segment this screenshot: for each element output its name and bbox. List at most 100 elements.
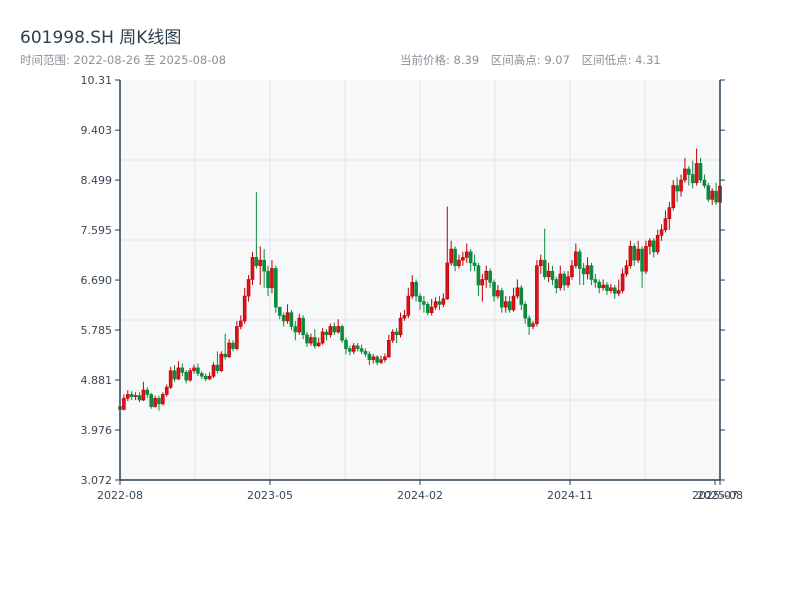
candle-down: [507, 301, 512, 311]
y-tick-label: 5.785: [81, 324, 113, 337]
candle-up: [457, 259, 461, 266]
candle-up: [464, 251, 469, 258]
candle-up: [585, 265, 590, 275]
candle-down: [425, 304, 430, 313]
candle-down: [597, 281, 602, 289]
candle-up: [161, 394, 165, 405]
candle-down: [348, 348, 352, 352]
candle-up: [461, 257, 465, 261]
candle-up: [176, 367, 181, 380]
candle-down: [277, 306, 282, 316]
candle-down: [215, 364, 220, 371]
candle-up: [648, 240, 652, 247]
candle-up: [496, 290, 500, 297]
candle-down: [363, 351, 368, 355]
candle-up: [371, 356, 376, 360]
candle-up: [219, 353, 224, 371]
candle-down: [581, 268, 586, 275]
candle-down: [500, 290, 504, 308]
candle-down: [554, 279, 559, 289]
candle-up: [538, 259, 543, 266]
candle-up: [133, 395, 138, 397]
candle-up: [227, 342, 231, 358]
candle-down: [129, 394, 134, 397]
y-tick-label: 6.690: [81, 274, 113, 287]
candle-up: [694, 163, 699, 184]
candle-down: [184, 372, 189, 381]
candle-up: [153, 398, 157, 407]
candle-up: [164, 386, 169, 395]
candle-up: [644, 246, 648, 272]
x-tick-label: 2024-11: [547, 489, 593, 502]
candle-up: [387, 339, 391, 358]
candle-up: [410, 281, 415, 297]
candle-up: [320, 331, 325, 344]
candle-down: [274, 268, 278, 308]
candle-down: [266, 270, 270, 289]
candle-up: [309, 337, 313, 344]
candle-down: [702, 179, 707, 186]
candle-down: [180, 367, 185, 373]
candle-down: [488, 270, 492, 283]
candle-down: [344, 339, 348, 349]
candle-up: [316, 342, 321, 347]
candle-down: [492, 281, 496, 297]
candle-up: [570, 265, 574, 278]
candle-down: [289, 312, 294, 327]
candle-up: [531, 323, 535, 327]
y-tick-label: 4.881: [81, 374, 113, 387]
candle-down: [262, 259, 266, 272]
candle-down: [313, 337, 317, 347]
candle-up: [628, 246, 633, 266]
y-tick-label: 3.976: [81, 424, 113, 437]
candle-up: [211, 364, 216, 377]
candle-up: [402, 315, 407, 319]
candle-up: [207, 375, 212, 380]
candle-up: [246, 279, 251, 297]
candle-up: [616, 290, 621, 294]
candle-down: [651, 240, 656, 253]
candle-down: [472, 262, 477, 266]
candle-up: [406, 295, 411, 316]
candle-down: [359, 348, 364, 352]
candle-down: [577, 251, 582, 269]
candle-up: [122, 398, 126, 410]
candle-up: [125, 394, 130, 399]
candle-up: [667, 207, 672, 220]
candle-down: [301, 317, 305, 336]
candle-up: [168, 370, 173, 388]
candle-up: [242, 295, 247, 322]
candle-up: [429, 306, 434, 313]
candle-down: [293, 326, 298, 333]
candle-down: [203, 375, 208, 380]
candle-down: [414, 281, 418, 297]
candle-up: [558, 273, 563, 289]
candle-up: [351, 345, 356, 352]
candle-down: [157, 398, 161, 405]
candle-down: [231, 342, 235, 349]
candle-down: [698, 163, 703, 181]
candle-down: [137, 395, 142, 401]
candle-up: [574, 251, 578, 266]
x-tick-label: 2023-05: [247, 489, 293, 502]
candle-down: [145, 389, 150, 395]
candle-down: [367, 353, 372, 360]
candle-up: [328, 326, 333, 336]
candle-down: [468, 251, 473, 264]
candle-down: [305, 334, 309, 344]
candle-up: [503, 301, 508, 308]
candle-up: [546, 270, 551, 278]
candle-down: [437, 301, 442, 305]
candle-down: [640, 248, 644, 272]
candle-up: [663, 218, 668, 231]
candle-down: [690, 174, 695, 184]
candle-down: [714, 190, 718, 203]
candle-down: [542, 259, 547, 278]
x-tick-label: 2024-02: [397, 489, 443, 502]
candle-down: [523, 304, 527, 319]
candle-up: [671, 185, 676, 208]
y-tick-label: 8.499: [81, 174, 113, 187]
candle-down: [527, 317, 531, 327]
candle-down: [589, 265, 594, 280]
candle-up: [710, 190, 715, 200]
